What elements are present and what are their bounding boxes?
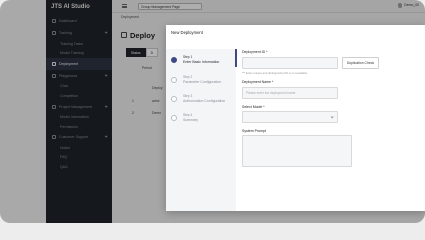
- deployment-id-hint: *** Enter unique and distinguished ID is…: [242, 71, 308, 75]
- deployment-name-label: Deployment Name *: [242, 80, 274, 84]
- system-prompt-textarea[interactable]: [242, 135, 352, 167]
- modal-title: New Deployment: [171, 30, 203, 35]
- step-label: Authorization Configuration: [183, 98, 226, 103]
- step-dot-icon: [171, 76, 177, 83]
- step-number: Step 1: [183, 55, 193, 59]
- step-label: Summary: [183, 117, 198, 122]
- step-number: Step 4: [183, 113, 193, 117]
- step-4[interactable]: Step 4 Summary: [169, 111, 235, 128]
- step-list: Step 1 Enter Basic Information Step 2 Pa…: [166, 49, 236, 211]
- select-model-dropdown[interactable]: [242, 111, 338, 123]
- deployment-id-label: Deployment ID *: [242, 50, 268, 54]
- step-1[interactable]: Step 1 Enter Basic Information: [169, 53, 235, 70]
- new-deployment-modal: New Deployment Step 1 Enter Basic Inform…: [166, 25, 425, 211]
- step-dot-icon: [171, 56, 177, 63]
- step-number: Step 3: [183, 94, 193, 98]
- step-3[interactable]: Step 3 Authorization Configuration: [169, 92, 235, 109]
- app-window: JTS AI Studio Dashboard Training Training …: [0, 0, 425, 223]
- step-2[interactable]: Step 2 Parameter Configuration: [169, 73, 235, 90]
- active-step-indicator: [235, 49, 237, 67]
- deployment-id-input[interactable]: [242, 57, 338, 69]
- step-number: Step 2: [183, 75, 193, 79]
- step-label: Enter Basic Information: [183, 59, 220, 64]
- deployment-name-input[interactable]: Please enter the deployment name: [242, 87, 338, 99]
- step-dot-icon: [171, 114, 177, 121]
- select-model-label: Select Model *: [242, 105, 265, 109]
- system-prompt-label: System Prompt: [242, 129, 266, 133]
- duplication-check-button[interactable]: Duplication Check: [342, 57, 379, 69]
- step-dot-icon: [171, 95, 177, 102]
- step-label: Parameter Configuration: [183, 79, 222, 84]
- chevron-down-icon: [330, 115, 334, 119]
